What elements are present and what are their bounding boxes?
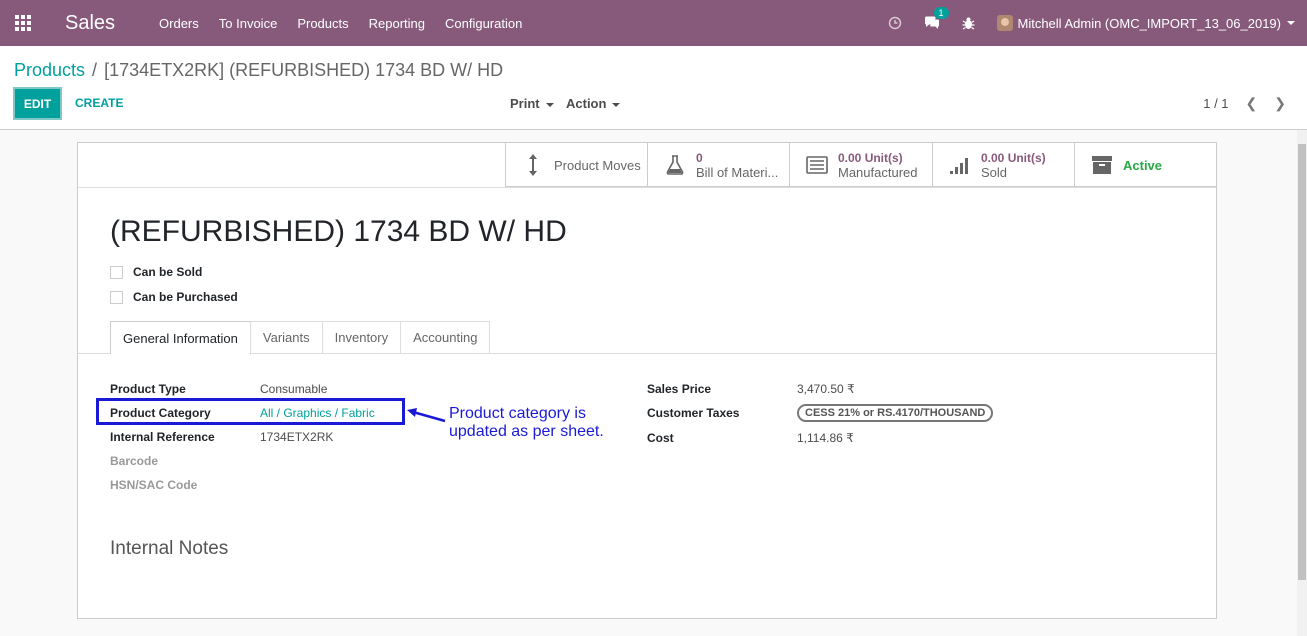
action-label: Action: [566, 96, 607, 111]
tab-variants[interactable]: Variants: [249, 321, 323, 353]
active-toggle-button[interactable]: Active: [1074, 143, 1216, 187]
notebook-tabs: General Information Variants Inventory A…: [110, 321, 491, 354]
hsn-sac-code-label: HSN/SAC Code: [110, 478, 198, 492]
breadcrumb-separator: /: [92, 60, 98, 80]
product-type-value: Consumable: [260, 382, 328, 396]
chat-icon[interactable]: 1: [924, 7, 949, 30]
app-name: Sales: [65, 11, 116, 34]
cost-value: 1,114.86 ₹: [797, 431, 854, 445]
sold-value: 0.00 Unit(s): [981, 150, 1046, 165]
breadcrumb: Products / [1734ETX2RK] (REFURBISHED) 1734…: [14, 60, 503, 81]
active-label: Active: [1123, 157, 1163, 173]
breadcrumb-products-link[interactable]: Products: [14, 60, 85, 80]
apps-grid-icon[interactable]: [0, 0, 46, 46]
breadcrumb-current: [1734ETX2RK] (REFURBISHED) 1734 BD W/ HD: [104, 60, 504, 80]
pager: 1 / 1 ❮ ❯: [1203, 95, 1286, 112]
archive-icon: [1091, 155, 1113, 175]
internal-reference-value: 1734ETX2RK: [260, 430, 334, 444]
sales-price-label: Sales Price: [647, 382, 712, 396]
bug-icon[interactable]: [962, 17, 975, 30]
can-be-purchased-checkbox[interactable]: [110, 290, 123, 304]
product-moves-label: Product Moves: [554, 157, 641, 173]
can-be-sold-label: Can be Sold: [133, 265, 203, 279]
pager-value[interactable]: 1 / 1: [1203, 96, 1228, 111]
menu-products[interactable]: Products: [297, 16, 348, 31]
flask-icon: [664, 155, 686, 175]
vertical-scrollbar[interactable]: [1297, 130, 1307, 636]
internal-notes-heading: Internal Notes: [110, 538, 229, 559]
smart-button-box: Product Moves 0 Bill of Materi... 0.00 U…: [505, 143, 1216, 187]
sold-button[interactable]: 0.00 Unit(s) Sold: [932, 143, 1074, 187]
bom-label: Bill of Materi...: [696, 164, 779, 180]
chevron-down-icon: [545, 102, 554, 107]
bom-button[interactable]: 0 Bill of Materi...: [647, 143, 789, 187]
annotation-line-2: updated as per sheet.: [449, 423, 604, 440]
annotation-highlight-box: [96, 398, 405, 425]
divider: [78, 187, 1216, 188]
manufactured-value: 0.00 Unit(s): [838, 150, 903, 165]
signal-bars-icon: [949, 155, 971, 175]
product-type-label: Product Type: [110, 382, 186, 396]
main-menu: Orders To Invoice Products Reporting Con…: [159, 16, 542, 31]
menu-orders[interactable]: Orders: [159, 16, 199, 31]
product-title: (REFURBISHED) 1734 BD W/ HD: [110, 215, 567, 248]
chevron-down-icon: [1287, 21, 1295, 25]
barcode-label: Barcode: [110, 454, 159, 468]
avatar: [996, 15, 1013, 31]
manufactured-label: Manufactured: [838, 164, 918, 180]
scrollbar-thumb[interactable]: [1298, 144, 1306, 580]
bom-count: 0: [696, 150, 703, 165]
control-panel: Products / [1734ETX2RK] (REFURBISHED) 1734…: [0, 46, 1307, 130]
annotation-text: Product category is updated as per sheet…: [449, 405, 604, 441]
can-be-sold-checkbox[interactable]: [110, 265, 123, 279]
menu-configuration[interactable]: Configuration: [445, 16, 522, 31]
top-navbar: Sales Orders To Invoice Products Reporti…: [0, 0, 1307, 46]
customer-tax-tag: CESS 21% or RS.4170/THOUSAND: [797, 404, 994, 422]
print-label: Print: [510, 96, 540, 111]
cost-label: Cost: [647, 431, 674, 445]
create-button[interactable]: CREATE: [75, 96, 123, 110]
form-sheet: Product Moves 0 Bill of Materi... 0.00 U…: [77, 142, 1217, 619]
list-icon: [806, 156, 828, 174]
systray: 1 Mitchell Admin (OMC_IMPORT_13_06_2019): [888, 0, 1307, 46]
print-dropdown[interactable]: Print: [510, 96, 554, 111]
chevron-down-icon: [612, 102, 621, 107]
annotation-arrow-icon: [407, 408, 446, 423]
tab-accounting[interactable]: Accounting: [400, 321, 491, 353]
user-name: Mitchell Admin (OMC_IMPORT_13_06_2019): [1017, 15, 1282, 31]
clock-icon[interactable]: [888, 16, 902, 30]
edit-button[interactable]: EDIT: [13, 87, 62, 120]
menu-to-invoice[interactable]: To Invoice: [219, 16, 278, 31]
action-dropdown[interactable]: Action: [566, 96, 621, 111]
can-be-purchased-row: Can be Purchased: [110, 290, 238, 304]
product-moves-button[interactable]: Product Moves: [505, 143, 647, 187]
can-be-sold-row: Can be Sold: [110, 265, 202, 279]
message-count-badge: 1: [933, 7, 949, 19]
annotation-line-1: Product category is: [449, 405, 586, 422]
customer-taxes-label: Customer Taxes: [647, 406, 740, 420]
sales-price-value: 3,470.50 ₹: [797, 382, 855, 396]
tab-inventory[interactable]: Inventory: [321, 321, 402, 353]
internal-reference-label: Internal Reference: [110, 430, 215, 444]
chevron-left-icon[interactable]: ❮: [1246, 95, 1258, 112]
manufactured-button[interactable]: 0.00 Unit(s) Manufactured: [789, 143, 932, 187]
user-menu[interactable]: Mitchell Admin (OMC_IMPORT_13_06_2019): [996, 15, 1295, 31]
menu-reporting[interactable]: Reporting: [369, 16, 425, 31]
sold-label: Sold: [981, 164, 1008, 180]
tab-general-information[interactable]: General Information: [110, 321, 251, 354]
can-be-purchased-label: Can be Purchased: [133, 290, 238, 304]
arrows-vertical-icon: [522, 153, 544, 177]
chevron-right-icon[interactable]: ❯: [1274, 95, 1286, 112]
